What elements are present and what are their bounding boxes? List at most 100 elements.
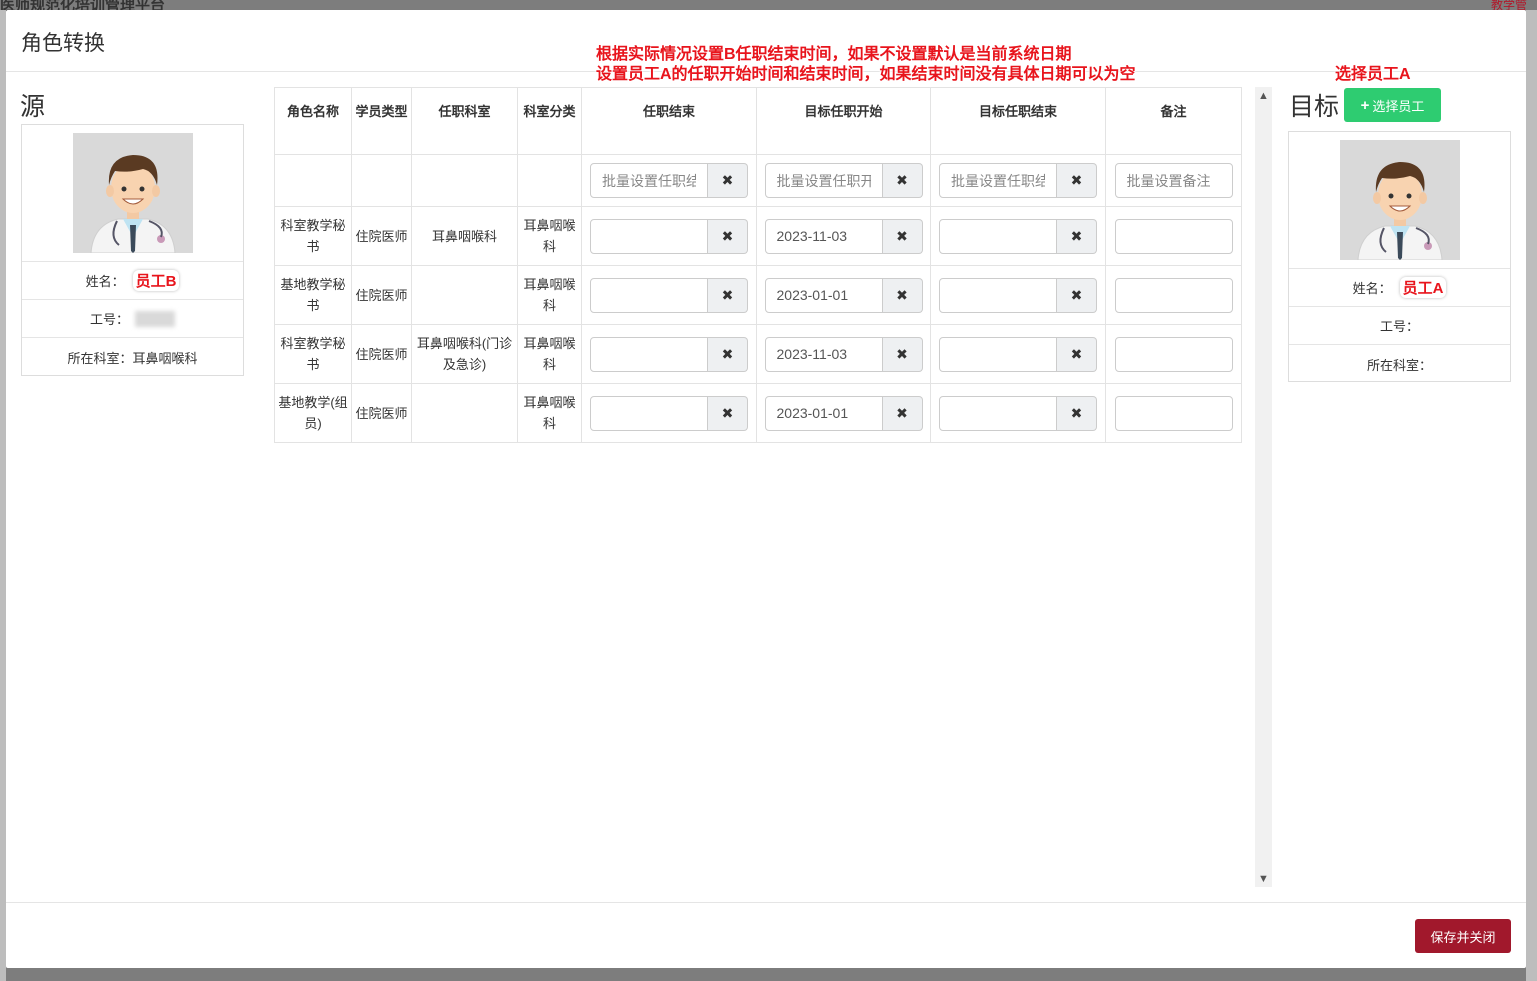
table-row: 科室教学秘书 住院医师 耳鼻咽喉科(门诊及急诊) 耳鼻咽喉科 ✖ ✖ ✖	[274, 324, 1242, 384]
header-target-end: 目标任职结束	[930, 87, 1106, 155]
target-card: 姓名： 员工A 工号： 所在科室：	[1288, 131, 1511, 382]
table-scrollbar[interactable]: ▲ ▼	[1255, 87, 1272, 887]
cell-dept-category: 耳鼻咽喉科	[517, 324, 582, 384]
source-dept-value: 耳鼻咽喉科	[132, 350, 198, 366]
doctor-avatar-icon	[1339, 140, 1460, 260]
cell-student-type: 住院医师	[351, 324, 412, 384]
header-note: 备注	[1105, 87, 1242, 155]
end-date-input[interactable]	[590, 218, 708, 254]
cell-role-name: 科室教学秘书	[274, 324, 352, 384]
header-dept-category: 科室分类	[517, 87, 582, 155]
source-dept-label: 所在科室：	[67, 350, 133, 366]
role-switch-modal: 角色转换 根据实际情况设置B任职结束时间，如果不设置默认是当前系统日期 设置员工…	[6, 10, 1526, 968]
end-date-input[interactable]	[590, 336, 708, 372]
source-card: 姓名： 员工B 工号： 所在科室： 耳鼻咽喉科	[21, 124, 244, 376]
select-employee-button[interactable]: + 选择员工	[1344, 88, 1441, 122]
header-target-start: 目标任职开始	[756, 87, 931, 155]
role-table: 角色名称 学员类型 任职科室 科室分类 任职结束 目标任职开始 目标任职结束 备…	[274, 87, 1242, 443]
header-student-type: 学员类型	[351, 87, 412, 155]
batch-target-start-input[interactable]	[764, 163, 883, 198]
close-icon[interactable]: ✖	[882, 163, 923, 198]
doctor-avatar-icon	[72, 133, 193, 253]
source-name-row: 姓名： 员工B	[22, 262, 243, 300]
modal-title: 角色转换	[21, 32, 105, 55]
close-icon[interactable]: ✖	[882, 336, 923, 372]
cell-student-type: 住院医师	[351, 206, 412, 266]
table-row: 基地教学秘书 住院医师 耳鼻咽喉科 ✖ ✖ ✖	[274, 265, 1242, 325]
cell-dept: 耳鼻咽喉科(门诊及急诊)	[411, 324, 518, 384]
save-and-close-button[interactable]: 保存并关闭	[1415, 919, 1511, 953]
target-start-input[interactable]	[764, 395, 883, 431]
target-id-row: 工号：	[1289, 307, 1510, 345]
cell-student-type: 住院医师	[351, 383, 412, 443]
close-icon[interactable]: ✖	[708, 163, 748, 198]
modal-header: 角色转换 根据实际情况设置B任职结束时间，如果不设置默认是当前系统日期 设置员工…	[6, 10, 1526, 83]
plus-icon: +	[1360, 96, 1370, 114]
target-end-input[interactable]	[939, 336, 1057, 372]
source-heading: 源	[20, 93, 46, 121]
source-id-redacted	[135, 310, 175, 327]
target-avatar	[1289, 132, 1510, 269]
header-role-name: 角色名称	[274, 87, 352, 155]
table-row: 基地教学(组员) 住院医师 耳鼻咽喉科 ✖ ✖ ✖	[274, 383, 1242, 443]
close-icon[interactable]: ✖	[882, 277, 923, 313]
close-icon[interactable]: ✖	[1057, 395, 1097, 431]
cell-role-name: 基地教学秘书	[274, 265, 352, 325]
target-start-input[interactable]	[764, 218, 883, 254]
source-name-label: 姓名：	[85, 274, 125, 289]
batch-end-input[interactable]	[590, 163, 708, 198]
batch-target-end-input[interactable]	[939, 163, 1057, 198]
target-end-input[interactable]	[939, 218, 1057, 254]
scroll-up-icon[interactable]: ▲	[1255, 87, 1272, 104]
close-icon[interactable]: ✖	[1057, 163, 1097, 198]
close-icon[interactable]: ✖	[708, 395, 748, 431]
source-name-value: 员工B	[132, 270, 180, 291]
target-start-input[interactable]	[764, 336, 883, 372]
header-end: 任职结束	[581, 87, 757, 155]
scroll-down-icon[interactable]: ▼	[1255, 870, 1272, 887]
close-icon[interactable]: ✖	[1057, 277, 1097, 313]
close-icon[interactable]: ✖	[882, 395, 923, 431]
batch-note-input[interactable]	[1114, 163, 1233, 198]
close-icon[interactable]: ✖	[882, 218, 923, 254]
background-right-strip	[1526, 10, 1537, 981]
source-id-row: 工号：	[22, 300, 243, 338]
note-input[interactable]	[1114, 336, 1233, 372]
batch-row: ✖ ✖ ✖	[274, 154, 1242, 207]
role-table-container: 角色名称 学员类型 任职科室 科室分类 任职结束 目标任职开始 目标任职结束 备…	[274, 87, 1273, 887]
note-input[interactable]	[1114, 218, 1233, 254]
note-input[interactable]	[1114, 395, 1233, 431]
close-icon[interactable]: ✖	[708, 336, 748, 372]
end-date-input[interactable]	[590, 277, 708, 313]
end-date-input[interactable]	[590, 395, 708, 431]
select-employee-label: 选择员工	[1372, 98, 1425, 114]
modal-footer: 保存并关闭	[6, 902, 1526, 968]
header-dept: 任职科室	[411, 87, 518, 155]
close-icon[interactable]: ✖	[1057, 218, 1097, 254]
target-start-input[interactable]	[764, 277, 883, 313]
table-header-row: 角色名称 学员类型 任职科室 科室分类 任职结束 目标任职开始 目标任职结束 备…	[274, 87, 1242, 155]
target-name-value: 员工A	[1399, 277, 1447, 298]
source-id-label: 工号：	[89, 312, 129, 327]
target-name-row: 姓名： 员工A	[1289, 269, 1510, 307]
modal-body: 源 姓名： 员工B 工号： 所在科室： 耳鼻咽喉科 角色名称 学员类型 任职科室…	[6, 73, 1526, 902]
cell-role-name: 基地教学(组员)	[274, 383, 352, 443]
cell-student-type: 住院医师	[351, 265, 412, 325]
table-row: 科室教学秘书 住院医师 耳鼻咽喉科 耳鼻咽喉科 ✖ ✖ ✖	[274, 206, 1242, 266]
target-end-input[interactable]	[939, 395, 1057, 431]
cell-dept-category: 耳鼻咽喉科	[517, 206, 582, 266]
target-name-label: 姓名：	[1352, 281, 1392, 296]
cell-dept	[411, 265, 518, 325]
cell-role-name: 科室教学秘书	[274, 206, 352, 266]
close-icon[interactable]: ✖	[1057, 336, 1097, 372]
target-heading: 目标	[1289, 93, 1340, 121]
close-icon[interactable]: ✖	[708, 218, 748, 254]
source-avatar	[22, 125, 243, 262]
cell-dept	[411, 383, 518, 443]
source-dept-row: 所在科室： 耳鼻咽喉科	[22, 338, 243, 376]
close-icon[interactable]: ✖	[708, 277, 748, 313]
target-end-input[interactable]	[939, 277, 1057, 313]
note-input[interactable]	[1114, 277, 1233, 313]
cell-dept-category: 耳鼻咽喉科	[517, 383, 582, 443]
target-id-label: 工号：	[1379, 319, 1419, 334]
